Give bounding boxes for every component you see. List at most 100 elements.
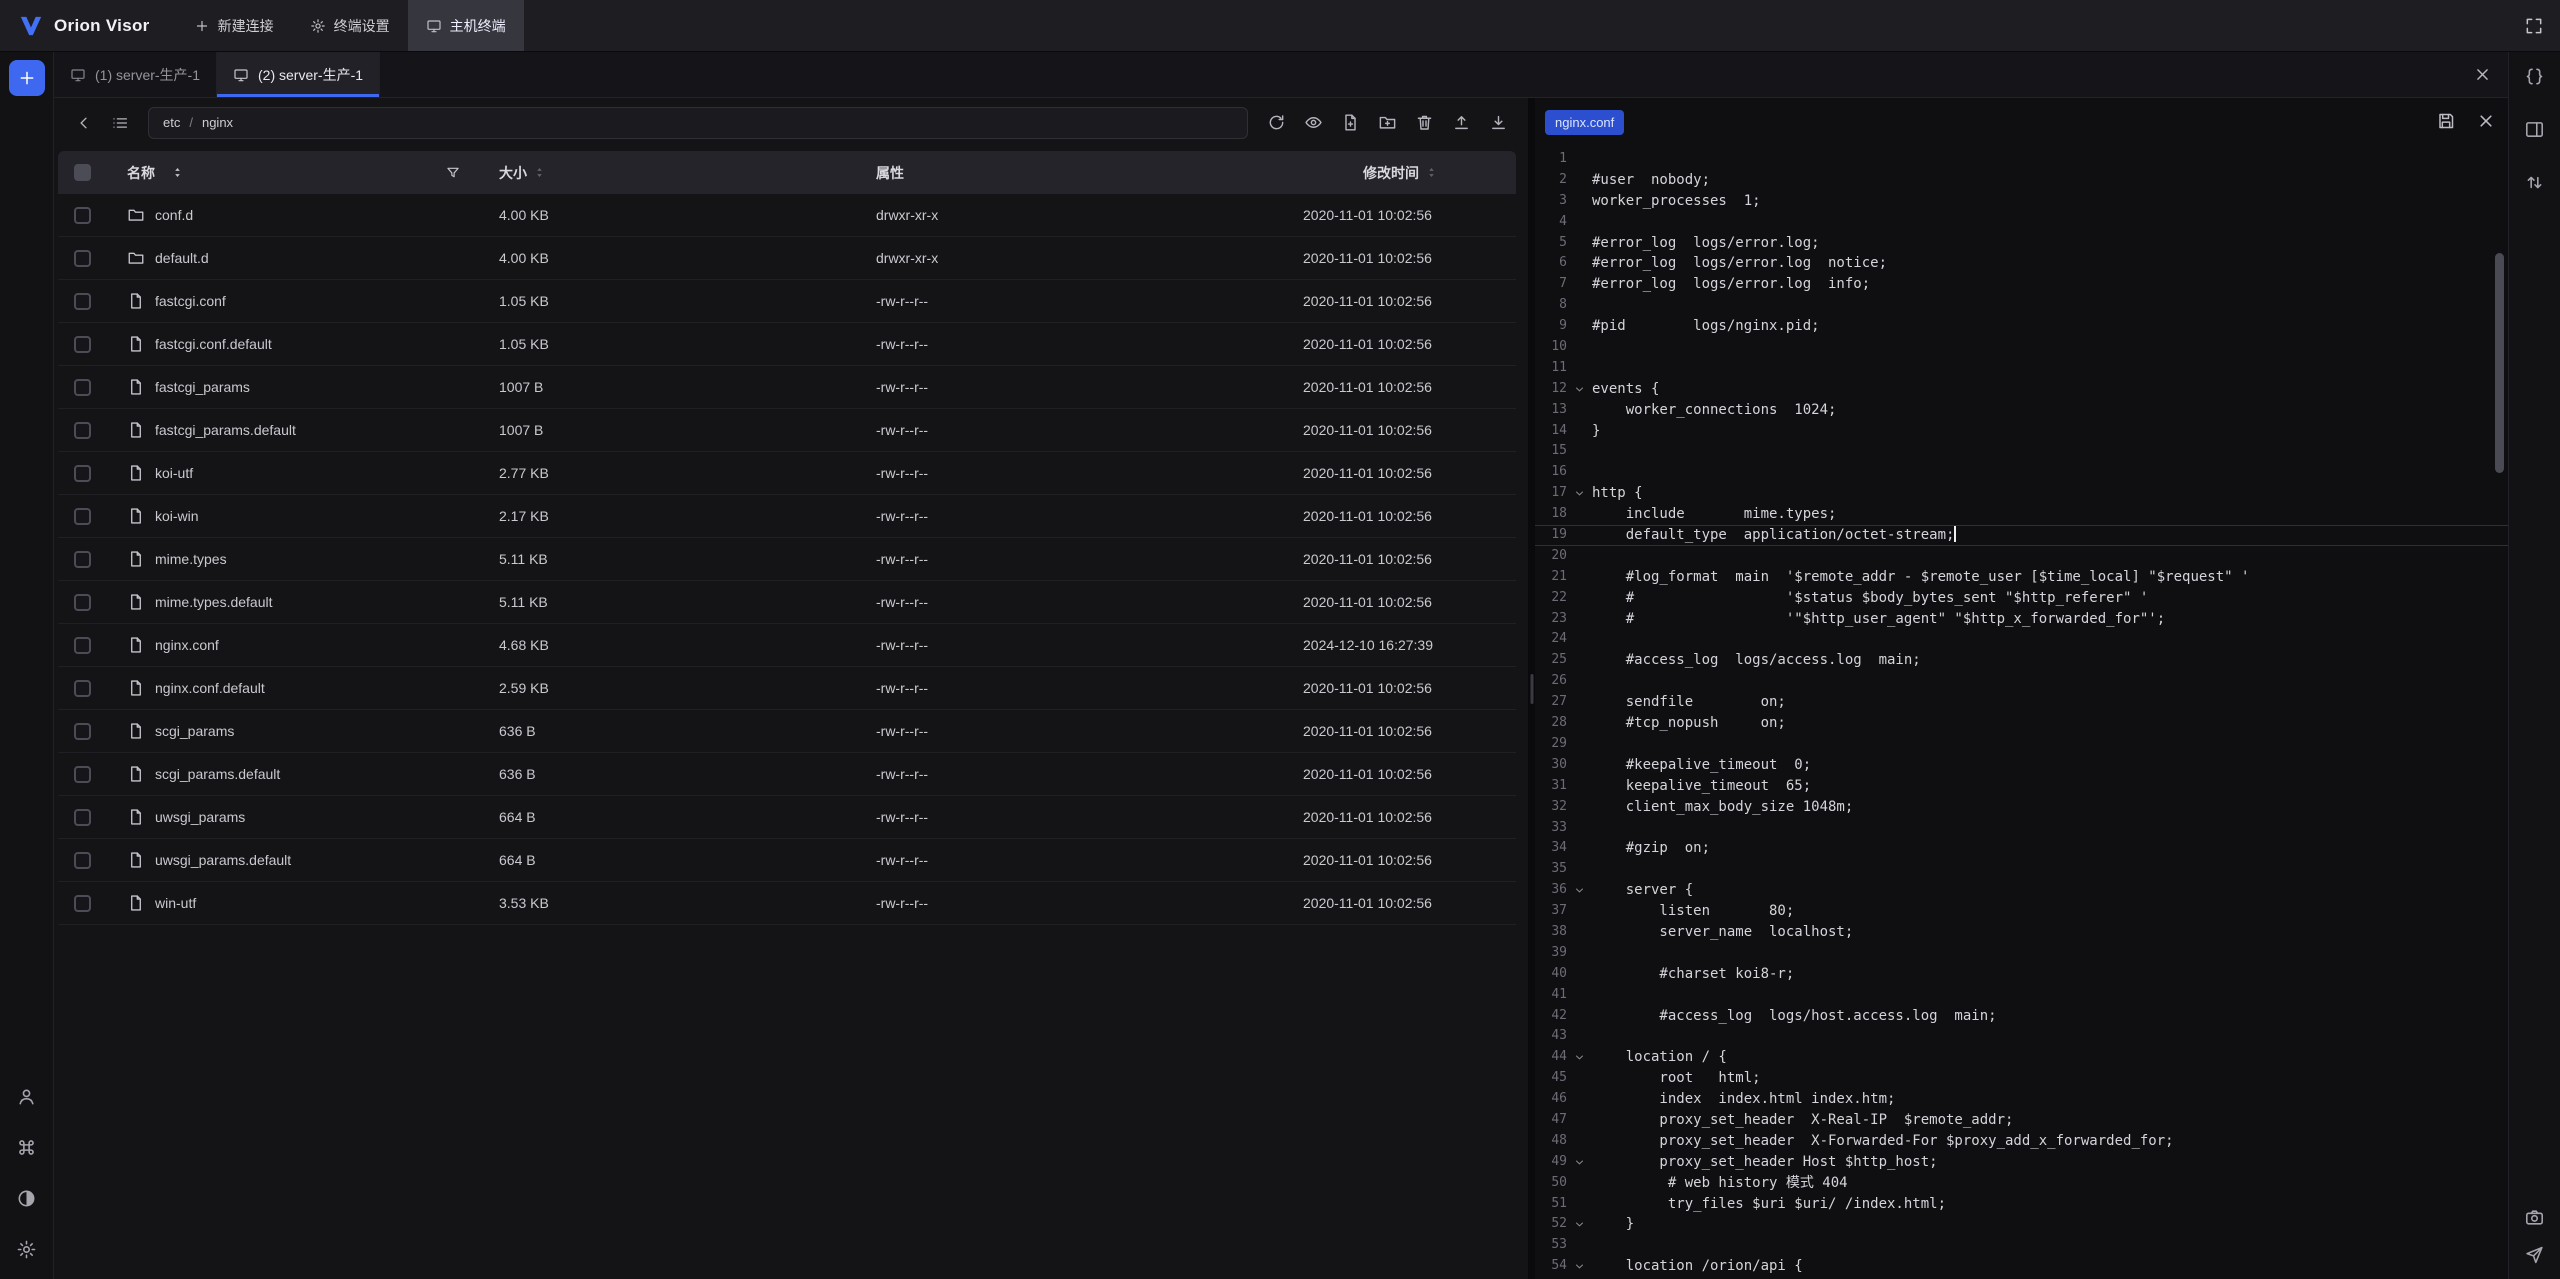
code-line-30[interactable]: 30 #keepalive_timeout 0;	[1535, 755, 2508, 776]
code-line-45[interactable]: 45 root html;	[1535, 1068, 2508, 1089]
row-checkbox[interactable]	[74, 508, 91, 525]
code-line-41[interactable]: 41	[1535, 985, 2508, 1006]
code-line-42[interactable]: 42 #access_log logs/host.access.log main…	[1535, 1006, 2508, 1027]
filter-icon[interactable]	[445, 165, 461, 181]
breadcrumb-segment[interactable]: nginx	[202, 115, 233, 130]
send-button[interactable]	[2521, 1240, 2549, 1268]
file-row[interactable]: fastcgi_params1007 B-rw-r--r--2020-11-01…	[58, 366, 1516, 409]
menu-item-terminal-settings[interactable]: 终端设置	[292, 0, 408, 51]
row-checkbox[interactable]	[74, 594, 91, 611]
list-view-button[interactable]	[104, 107, 136, 139]
fold-chevron-icon[interactable]	[1567, 1214, 1591, 1235]
code-line-29[interactable]: 29	[1535, 734, 2508, 755]
settings-button[interactable]	[13, 1235, 41, 1263]
file-row[interactable]: nginx.conf4.68 KB-rw-r--r--2024-12-10 16…	[58, 624, 1516, 667]
row-checkbox[interactable]	[74, 422, 91, 439]
code-line-23[interactable]: 23 # '"$http_user_agent" "$http_x_forwar…	[1535, 609, 2508, 630]
row-checkbox[interactable]	[74, 895, 91, 912]
fold-chevron-icon[interactable]	[1567, 483, 1591, 504]
row-checkbox[interactable]	[74, 379, 91, 396]
code-line-1[interactable]: 1	[1535, 149, 2508, 170]
file-name[interactable]: nginx.conf.default	[155, 680, 265, 696]
sort-carets-icon[interactable]	[533, 166, 546, 179]
file-name[interactable]: scgi_params	[155, 723, 234, 739]
command-button[interactable]	[13, 1133, 41, 1161]
row-checkbox[interactable]	[74, 551, 91, 568]
code-line-4[interactable]: 4	[1535, 212, 2508, 233]
new-folder-button[interactable]	[1371, 107, 1403, 139]
braces-button[interactable]	[2521, 62, 2549, 90]
row-checkbox[interactable]	[74, 723, 91, 740]
code-line-20[interactable]: 20	[1535, 546, 2508, 567]
editor-scrollbar[interactable]	[2495, 253, 2504, 473]
back-button[interactable]	[68, 107, 100, 139]
row-checkbox[interactable]	[74, 637, 91, 654]
code-line-7[interactable]: 7#error_log logs/error.log info;	[1535, 274, 2508, 295]
file-row[interactable]: win-utf3.53 KB-rw-r--r--2020-11-01 10:02…	[58, 882, 1516, 925]
code-line-9[interactable]: 9#pid logs/nginx.pid;	[1535, 316, 2508, 337]
code-line-10[interactable]: 10	[1535, 337, 2508, 358]
row-checkbox[interactable]	[74, 852, 91, 869]
close-icon[interactable]	[2476, 111, 2496, 131]
code-line-34[interactable]: 34 #gzip on;	[1535, 838, 2508, 859]
column-header-size[interactable]: 大小	[499, 163, 527, 183]
code-line-12[interactable]: 12events {	[1535, 379, 2508, 400]
theme-button[interactable]	[13, 1184, 41, 1212]
code-line-38[interactable]: 38 server_name localhost;	[1535, 922, 2508, 943]
code-line-47[interactable]: 47 proxy_set_header X-Real-IP $remote_ad…	[1535, 1110, 2508, 1131]
terminal-tab-2[interactable]: (2) server-生产-1	[217, 52, 380, 97]
file-row[interactable]: default.d4.00 KBdrwxr-xr-x2020-11-01 10:…	[58, 237, 1516, 280]
file-row[interactable]: mime.types5.11 KB-rw-r--r--2020-11-01 10…	[58, 538, 1516, 581]
code-editor[interactable]: 12#user nobody;3worker_processes 1;45#er…	[1535, 147, 2508, 1279]
file-name[interactable]: fastcgi.conf.default	[155, 336, 272, 352]
sort-carets-icon[interactable]	[1425, 166, 1438, 179]
code-line-21[interactable]: 21 #log_format main '$remote_addr - $rem…	[1535, 567, 2508, 588]
code-line-37[interactable]: 37 listen 80;	[1535, 901, 2508, 922]
close-icon[interactable]	[2473, 65, 2492, 84]
new-tab-button[interactable]	[9, 60, 45, 96]
code-line-27[interactable]: 27 sendfile on;	[1535, 692, 2508, 713]
row-checkbox[interactable]	[74, 207, 91, 224]
menu-item-host-terminal[interactable]: 主机终端	[408, 0, 524, 51]
file-name[interactable]: conf.d	[155, 207, 193, 223]
code-line-33[interactable]: 33	[1535, 818, 2508, 839]
code-line-28[interactable]: 28 #tcp_nopush on;	[1535, 713, 2508, 734]
file-row[interactable]: scgi_params.default636 B-rw-r--r--2020-1…	[58, 753, 1516, 796]
file-name[interactable]: fastcgi_params	[155, 379, 250, 395]
code-line-18[interactable]: 18 include mime.types;	[1535, 504, 2508, 525]
delete-button[interactable]	[1408, 107, 1440, 139]
panel-resize-handle[interactable]	[1528, 98, 1535, 1279]
file-name[interactable]: koi-utf	[155, 465, 193, 481]
code-line-39[interactable]: 39	[1535, 943, 2508, 964]
code-line-43[interactable]: 43	[1535, 1026, 2508, 1047]
code-line-11[interactable]: 11	[1535, 358, 2508, 379]
column-header-name[interactable]: 名称	[127, 163, 155, 183]
code-line-6[interactable]: 6#error_log logs/error.log notice;	[1535, 253, 2508, 274]
code-line-5[interactable]: 5#error_log logs/error.log;	[1535, 233, 2508, 254]
file-name[interactable]: mime.types	[155, 551, 227, 567]
file-row[interactable]: fastcgi.conf.default1.05 KB-rw-r--r--202…	[58, 323, 1516, 366]
file-row[interactable]: koi-utf2.77 KB-rw-r--r--2020-11-01 10:02…	[58, 452, 1516, 495]
code-line-17[interactable]: 17http {	[1535, 483, 2508, 504]
file-row[interactable]: conf.d4.00 KBdrwxr-xr-x2020-11-01 10:02:…	[58, 194, 1516, 237]
file-row[interactable]: koi-win2.17 KB-rw-r--r--2020-11-01 10:02…	[58, 495, 1516, 538]
sort-carets-icon[interactable]	[171, 166, 184, 179]
code-line-8[interactable]: 8	[1535, 295, 2508, 316]
code-line-40[interactable]: 40 #charset koi8-r;	[1535, 964, 2508, 985]
code-line-16[interactable]: 16	[1535, 462, 2508, 483]
code-line-35[interactable]: 35	[1535, 859, 2508, 880]
code-line-26[interactable]: 26	[1535, 671, 2508, 692]
file-name[interactable]: fastcgi.conf	[155, 293, 226, 309]
editor-file-tab[interactable]: nginx.conf	[1545, 110, 1624, 135]
file-name[interactable]: win-utf	[155, 895, 196, 911]
upload-button[interactable]	[1445, 107, 1477, 139]
download-button[interactable]	[1482, 107, 1514, 139]
path-breadcrumb[interactable]: etc/nginx	[148, 107, 1248, 139]
file-name[interactable]: uwsgi_params.default	[155, 852, 291, 868]
code-line-2[interactable]: 2#user nobody;	[1535, 170, 2508, 191]
fold-chevron-icon[interactable]	[1567, 1047, 1591, 1068]
file-row[interactable]: uwsgi_params664 B-rw-r--r--2020-11-01 10…	[58, 796, 1516, 839]
code-line-15[interactable]: 15	[1535, 441, 2508, 462]
select-all-checkbox[interactable]	[74, 164, 91, 181]
file-name[interactable]: scgi_params.default	[155, 766, 280, 782]
